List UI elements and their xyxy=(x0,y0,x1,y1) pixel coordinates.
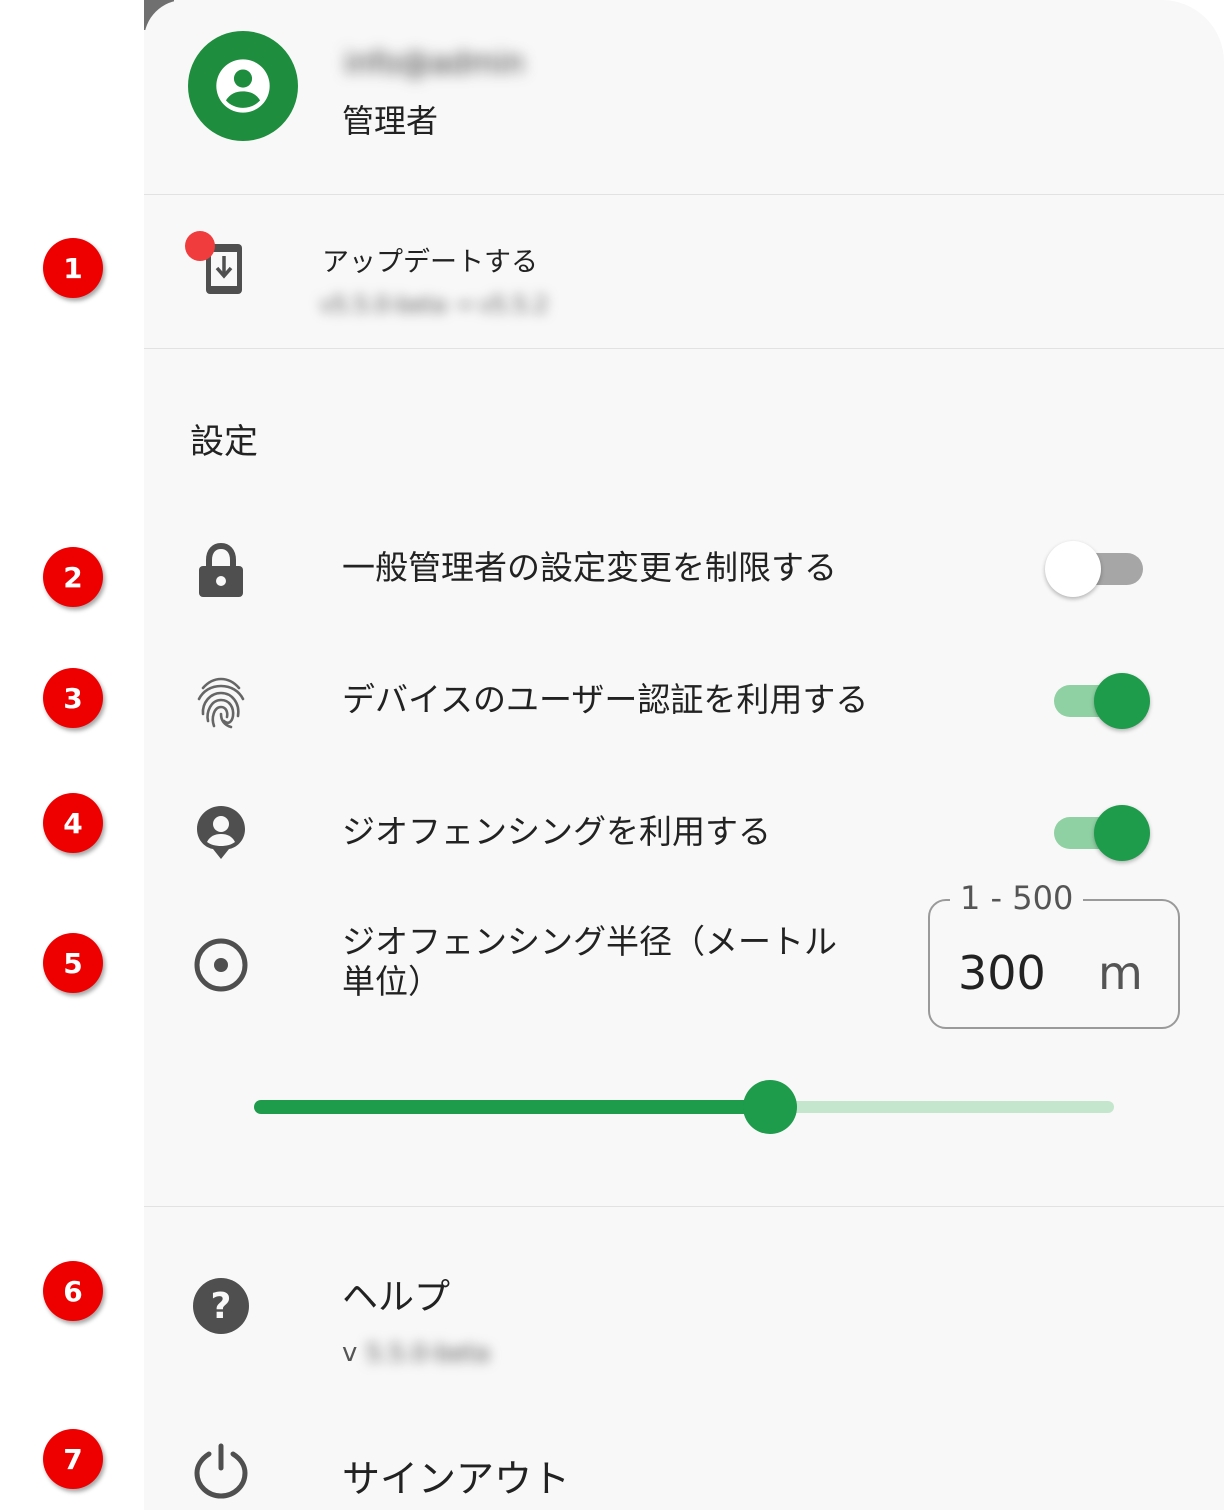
annotation-marker: 1 xyxy=(43,238,103,298)
annotation-marker: 4 xyxy=(43,793,103,853)
device-auth-label: デバイスのユーザー認証を利用する xyxy=(342,680,869,719)
geofencing-label: ジオフェンシングを利用する xyxy=(342,812,771,851)
toggle-thumb xyxy=(1094,805,1150,861)
divider xyxy=(144,348,1224,349)
notification-dot xyxy=(185,231,215,261)
divider xyxy=(144,194,1224,195)
slider-knob[interactable] xyxy=(743,1080,797,1134)
toggle-thumb xyxy=(1045,541,1101,597)
version-prefix: v xyxy=(342,1338,358,1368)
restrict-admin-toggle[interactable] xyxy=(1045,541,1149,597)
person-pin-icon xyxy=(191,802,251,862)
slider-fill xyxy=(254,1100,770,1114)
geofence-radius-label: ジオフェンシング半径（メートル 単位） xyxy=(342,922,837,1002)
geofencing-toggle[interactable] xyxy=(1046,805,1150,861)
restrict-admin-label: 一般管理者の設定変更を制限する xyxy=(342,548,837,587)
help-title[interactable]: ヘルプ xyxy=(342,1268,450,1320)
update-version-change: v5.5.0-beta → v5.5.2 xyxy=(320,293,548,318)
account-circle-icon[interactable] xyxy=(188,31,298,141)
lock-icon xyxy=(191,540,251,600)
geofence-radius-slider[interactable] xyxy=(254,1078,1114,1136)
svg-text:?: ? xyxy=(211,1286,232,1327)
help-icon[interactable]: ? xyxy=(191,1276,251,1336)
geofence-radius-unit: m xyxy=(1098,946,1143,1000)
user-role: 管理者 xyxy=(342,102,439,140)
user-name: info@admin xyxy=(344,46,525,81)
settings-section-title: 設定 xyxy=(190,422,258,462)
annotation-marker: 3 xyxy=(43,668,103,728)
geofence-radius-range-label: 1 - 500 xyxy=(950,878,1084,918)
radio-target-icon xyxy=(191,935,251,995)
annotation-marker: 6 xyxy=(43,1261,103,1321)
geofence-radius-label-line1: ジオフェンシング半径（メートル xyxy=(342,922,837,961)
system-update-icon[interactable] xyxy=(184,230,244,296)
divider xyxy=(144,1206,1224,1207)
annotation-marker: 7 xyxy=(43,1429,103,1489)
power-icon[interactable] xyxy=(191,1440,251,1500)
device-auth-toggle[interactable] xyxy=(1046,673,1150,729)
annotation-marker: 2 xyxy=(43,547,103,607)
update-title[interactable]: アップデートする xyxy=(322,240,538,279)
annotation-marker: 5 xyxy=(43,933,103,993)
geofence-radius-label-line2: 単位） xyxy=(342,962,441,1001)
toggle-thumb xyxy=(1094,673,1150,729)
version-value: 5.5.0-beta xyxy=(366,1339,490,1367)
fingerprint-icon xyxy=(191,672,251,732)
navigation-drawer xyxy=(144,0,1224,1510)
geofence-radius-value[interactable]: 300 xyxy=(958,946,1046,1000)
signout-label[interactable]: サインアウト xyxy=(342,1448,570,1503)
